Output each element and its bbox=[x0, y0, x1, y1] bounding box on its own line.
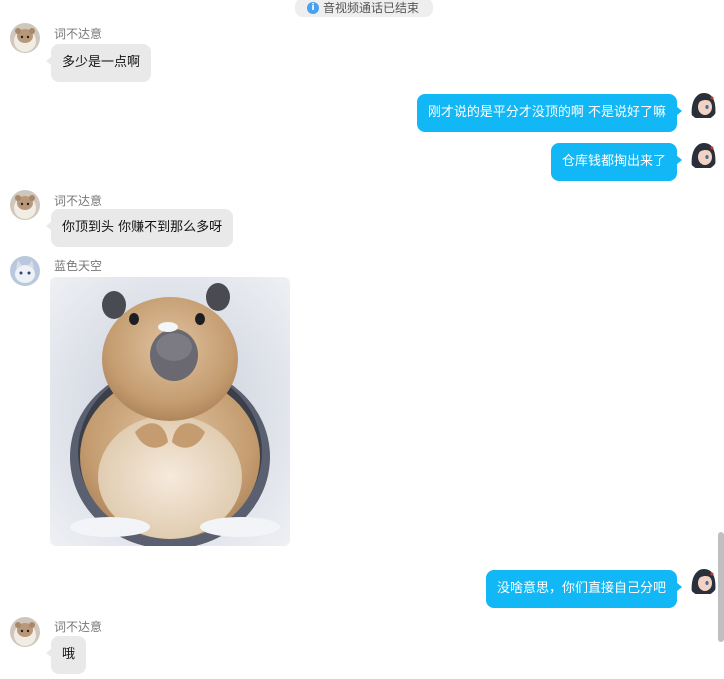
message-bubble[interactable]: 你顶到头 你赚不到那么多呀 bbox=[45, 209, 234, 247]
hamster-avatar[interactable] bbox=[10, 617, 40, 647]
message-bubble[interactable]: 刚才说的是平分才没顶的啊 不是说好了嘛 bbox=[416, 94, 683, 132]
capybara-in-snow-image[interactable] bbox=[50, 277, 290, 546]
message-bubble[interactable]: 哦 bbox=[45, 636, 87, 674]
anime-girl-avatar[interactable] bbox=[688, 140, 718, 170]
anime-girl-avatar[interactable] bbox=[688, 90, 718, 120]
cat-avatar[interactable] bbox=[10, 256, 40, 286]
scrollbar-thumb[interactable] bbox=[718, 532, 724, 642]
call-ended-notice: i 音视频通话已结束 bbox=[295, 0, 433, 17]
hamster-avatar[interactable] bbox=[10, 190, 40, 220]
message-bubble[interactable]: 没啥意思，你们直接自己分吧 bbox=[485, 570, 683, 608]
info-icon: i bbox=[307, 1, 319, 14]
chat-window: i 音视频通话已结束 词不达意 多少是一点啊 刚才说的是平分才没顶的啊 不是说好… bbox=[0, 0, 724, 679]
hamster-avatar[interactable] bbox=[10, 23, 40, 53]
anime-girl-avatar[interactable] bbox=[688, 566, 718, 596]
sender-name: 词不达意 bbox=[54, 194, 103, 208]
message-bubble[interactable]: 仓库钱都掏出来了 bbox=[550, 143, 683, 181]
sender-name: 词不达意 bbox=[54, 27, 103, 41]
message-bubble[interactable]: 多少是一点啊 bbox=[45, 44, 152, 82]
call-ended-text: 音视频通话已结束 bbox=[323, 1, 420, 15]
sender-name: 蓝色天空 bbox=[54, 259, 103, 273]
sender-name: 词不达意 bbox=[54, 620, 103, 634]
